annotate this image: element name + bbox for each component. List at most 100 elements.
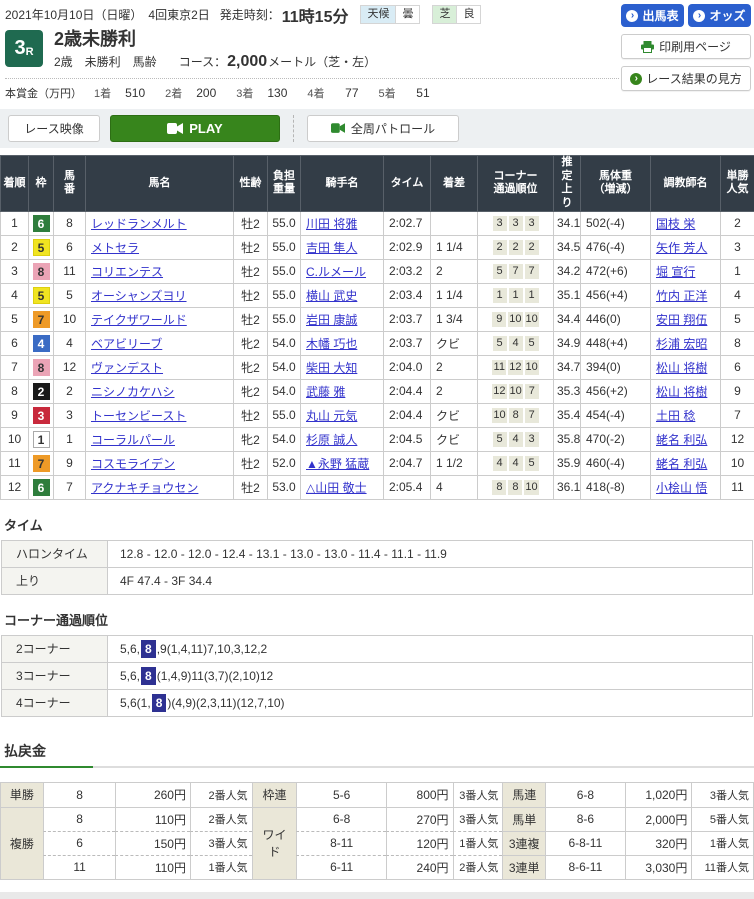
trainer-name-link[interactable]: 杉浦 宏昭	[656, 337, 707, 351]
estimated-last-3f: 35.9	[554, 451, 581, 475]
quick-link-buttons: › 出馬表 › オッズ	[621, 4, 751, 27]
payout-type-label: 単勝	[1, 783, 43, 807]
corner-position-box: 4	[509, 336, 523, 351]
corner-row-label: 3コーナー	[2, 662, 108, 689]
win-popularity: 8	[721, 331, 754, 355]
horse-weight: 456(+4)	[581, 283, 651, 307]
table-row: 5710テイクザワールド牡255.0岩田 康誠2:03.71 3/4910103…	[1, 307, 754, 331]
carried-weight: 53.0	[268, 475, 301, 499]
horse-name-link[interactable]: アクナキチョウセン	[91, 481, 198, 495]
trainer-cell: 安田 翔伍	[651, 307, 721, 331]
trainer-name-link[interactable]: 安田 翔伍	[656, 313, 707, 327]
horse-name-cell: トーセンビースト	[86, 403, 234, 427]
odds-button[interactable]: › オッズ	[688, 4, 751, 27]
horse-name-link[interactable]: ベアビリーブ	[91, 337, 162, 351]
payout-amount: 270円	[386, 807, 453, 831]
horse-name-link[interactable]: ヴァンデスト	[91, 361, 163, 375]
jockey-name-link[interactable]: 横山 武史	[306, 289, 357, 303]
corner-position-box: 3	[525, 216, 539, 231]
jockey-name-link[interactable]: 丸山 元気	[306, 409, 357, 423]
margin: 4	[431, 475, 478, 499]
results-column-header: 調教師名	[651, 155, 721, 211]
race-video-button[interactable]: レース映像	[8, 115, 100, 142]
results-column-header: 枠	[29, 155, 54, 211]
payout-amount: 2,000円	[625, 807, 692, 831]
prize-rank-label: 5着	[379, 88, 396, 100]
horse-name-link[interactable]: トーセンビースト	[91, 409, 186, 423]
estimated-last-3f: 36.1	[554, 475, 581, 499]
horse-name-link[interactable]: レッドランメルト	[91, 217, 187, 231]
trainer-name-link[interactable]: 土田 稔	[656, 409, 695, 423]
entries-button[interactable]: › 出馬表	[621, 4, 684, 27]
play-button[interactable]: PLAY	[110, 115, 280, 142]
finish-position: 4	[1, 283, 29, 307]
results-column-header: 馬 番	[54, 155, 86, 211]
corner-position-box: 5	[493, 336, 507, 351]
jockey-name-link[interactable]: 岩田 康誠	[306, 313, 357, 327]
jockey-name-link[interactable]: 杉原 誠人	[306, 433, 357, 447]
horse-name-link[interactable]: オーシャンズヨリ	[91, 289, 187, 303]
carried-weight: 55.0	[268, 403, 301, 427]
horse-name-link[interactable]: コリエンテス	[91, 265, 163, 279]
corner-positions: 333	[478, 211, 554, 235]
prize-amount: 510	[119, 86, 145, 100]
jockey-name-link[interactable]: 木幡 巧也	[306, 337, 357, 351]
prize-rank-label: 4着	[307, 88, 324, 100]
trainer-name-link[interactable]: 竹内 正洋	[656, 289, 707, 303]
finish-position: 6	[1, 331, 29, 355]
margin: クビ	[431, 331, 478, 355]
start-time-label: 発走時刻：	[220, 6, 280, 23]
finish-time: 2:03.4	[384, 283, 431, 307]
estimated-last-3f: 34.2	[554, 259, 581, 283]
corner-order-text: )(4,9)(2,3,11)(12,7,10)	[167, 696, 284, 710]
horse-name-cell: メトセラ	[86, 235, 234, 259]
trainer-name-link[interactable]: 蛯名 利弘	[656, 457, 707, 471]
finish-position: 5	[1, 307, 29, 331]
print-page-button[interactable]: 印刷用ページ	[621, 34, 751, 59]
win-popularity: 4	[721, 283, 754, 307]
horse-name-link[interactable]: ニシノカケハシ	[91, 385, 175, 399]
jockey-name-link[interactable]: ▲永野 猛蔵	[306, 457, 369, 471]
horse-number: 3	[54, 403, 86, 427]
jockey-name-link[interactable]: 武藤 雅	[306, 385, 345, 399]
jockey-name-link[interactable]: C.ルメール	[306, 265, 366, 279]
finish-time: 2:04.7	[384, 451, 431, 475]
patrol-video-button[interactable]: 全周パトロール	[307, 115, 459, 142]
payout-combination: 5-6	[296, 783, 385, 807]
jockey-name-link[interactable]: △山田 敬士	[306, 481, 367, 495]
finish-position: 1	[1, 211, 29, 235]
corner-order-row: 4コーナー5,6(1,8)(4,9)(2,3,11)(12,7,10)	[2, 689, 753, 716]
result-guide-button[interactable]: › レース結果の見方	[621, 66, 751, 91]
jockey-name-link[interactable]: 吉田 隼人	[306, 241, 357, 255]
margin: 1 1/4	[431, 283, 478, 307]
horse-name-cell: レッドランメルト	[86, 211, 234, 235]
horse-name-link[interactable]: コーラルパール	[91, 433, 175, 447]
horse-name-link[interactable]: メトセラ	[91, 241, 139, 255]
prize-rank-label: 3着	[236, 88, 253, 100]
carried-weight: 55.0	[268, 283, 301, 307]
trainer-name-link[interactable]: 小桧山 悟	[656, 481, 707, 495]
trainer-name-link[interactable]: 矢作 芳人	[656, 241, 707, 255]
trainer-cell: 国枝 栄	[651, 211, 721, 235]
turf-condition-badge: 芝 良	[432, 5, 481, 24]
horse-number: 2	[54, 379, 86, 403]
horse-name-link[interactable]: テイクザワールド	[91, 313, 187, 327]
trainer-cell: 杉浦 宏昭	[651, 331, 721, 355]
payout-popularity: 1番人気	[453, 831, 503, 855]
jockey-name-link[interactable]: 柴田 大知	[306, 361, 357, 375]
horse-number: 8	[54, 211, 86, 235]
jockey-name-link[interactable]: 川田 将雅	[306, 217, 357, 231]
horse-name-cell: コリエンテス	[86, 259, 234, 283]
trainer-name-link[interactable]: 国枝 栄	[656, 217, 695, 231]
race-result-page: 2021年10月10日（日曜） 4回東京2日 発走時刻： 11時15分 天候 曇…	[0, 0, 754, 899]
sex-age: 牝2	[234, 379, 268, 403]
horse-weight: 418(-8)	[581, 475, 651, 499]
trainer-name-link[interactable]: 堀 宣行	[656, 265, 695, 279]
trainer-name-link[interactable]: 松山 将樹	[656, 385, 707, 399]
weather-badge: 天候 曇	[360, 5, 420, 24]
payout-popularity: 3番人気	[453, 807, 503, 831]
corner-position-box: 5	[525, 456, 539, 471]
horse-name-link[interactable]: コスモライデン	[91, 457, 175, 471]
trainer-name-link[interactable]: 松山 将樹	[656, 361, 707, 375]
trainer-name-link[interactable]: 蛯名 利弘	[656, 433, 707, 447]
